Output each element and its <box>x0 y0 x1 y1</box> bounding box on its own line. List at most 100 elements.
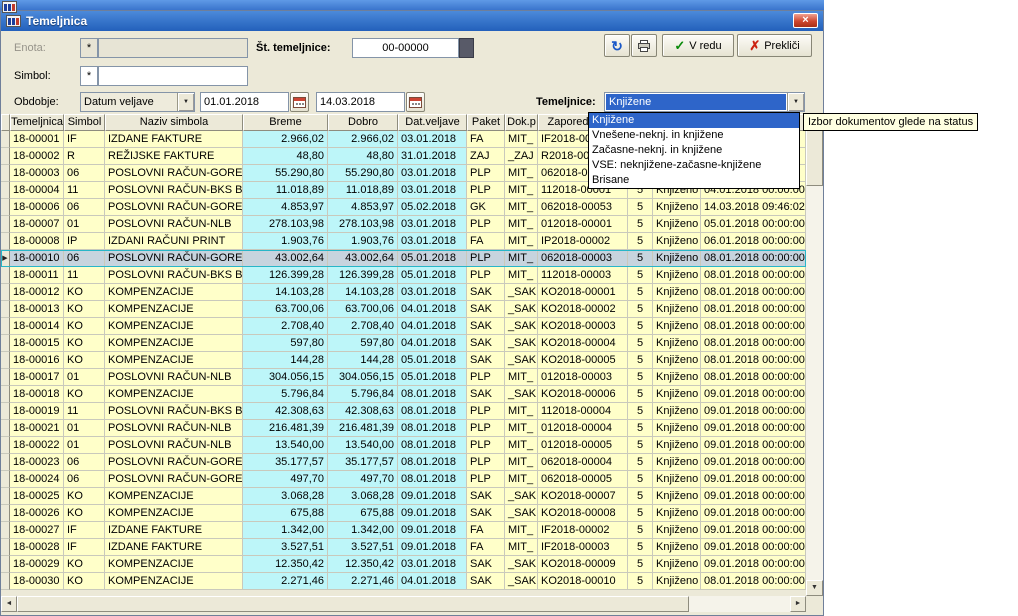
cancel-button[interactable]: ✗ Prekliči <box>737 34 812 57</box>
scroll-right-button[interactable]: ► <box>790 596 806 612</box>
table-row[interactable]: 18-00023 06 POSLOVNI RAČUN-GOREN. 35.177,57… <box>1 454 806 471</box>
table-row[interactable]: 18-00026 KO KOMPENZACIJE 675,88 675,88 09.01.… <box>1 505 806 522</box>
cell: 5 <box>628 335 653 352</box>
table-row[interactable]: 18-00012 KO KOMPENZACIJE 14.103,28 14.103,28… <box>1 284 806 301</box>
printer-icon <box>638 39 650 52</box>
cell: 03.01.2018 <box>398 556 467 573</box>
cell: 09.01.2018 00:00:00 <box>701 471 806 488</box>
date-from-input[interactable]: 01.01.2018 <box>200 92 289 112</box>
table-row[interactable]: 18-00030 KO KOMPENZACIJE 2.271,46 2.271,46 04… <box>1 573 806 590</box>
table-row[interactable]: 18-00016 KO KOMPENZACIJE 144,28 144,28 05.01.… <box>1 352 806 369</box>
cell: 06 <box>64 250 105 267</box>
table-row[interactable]: 18-00021 01 POSLOVNI RAČUN-NLB 216.481,39 21… <box>1 420 806 437</box>
row-indicator <box>1 267 10 284</box>
cell: MIT_ <box>505 182 538 199</box>
column-header[interactable]: Naziv simbola <box>105 114 243 131</box>
table-row[interactable]: 18-00014 KO KOMPENZACIJE 2.708,40 2.708,40 04… <box>1 318 806 335</box>
cell: KOMPENZACIJE <box>105 352 243 369</box>
table-row[interactable]: 18-00006 06 POSLOVNI RAČUN-GOREN. 4.853,97 4… <box>1 199 806 216</box>
table-row[interactable]: 18-00011 11 POSLOVNI RAČUN-BKS BAN 126.399,… <box>1 267 806 284</box>
cell: MIT_ <box>505 131 538 148</box>
dropdown-option[interactable]: Knjižene <box>589 113 799 128</box>
table-row[interactable]: 18-00024 06 POSLOVNI RAČUN-GOREN. 497,70 497… <box>1 471 806 488</box>
table-row[interactable]: ▶ 18-00010 06 POSLOVNI RAČUN-GOREN. 43.002,6… <box>1 250 806 267</box>
cell: 144,28 <box>328 352 398 369</box>
table-row[interactable]: 18-00022 01 POSLOVNI RAČUN-NLB 13.540,00 13.… <box>1 437 806 454</box>
cell: REŽIJSKE FAKTURE <box>105 148 243 165</box>
cell: PLP <box>467 182 505 199</box>
cell: 5 <box>628 556 653 573</box>
dropdown-option[interactable]: VSE: neknjižene-začasne-knjižene <box>589 158 799 173</box>
temeljnice-combo[interactable]: Knjižene ▼ <box>604 92 805 112</box>
cell: 05.01.2018 <box>398 267 467 284</box>
vertical-scroll-thumb[interactable] <box>806 130 823 186</box>
scroll-down-button[interactable]: ▼ <box>806 580 823 596</box>
cell: 5 <box>628 284 653 301</box>
cell: KO2018-00007 <box>538 488 628 505</box>
cell: 08.01.2018 00:00:00 <box>701 284 806 301</box>
horizontal-scrollbar[interactable]: ◄ ► <box>1 596 806 612</box>
column-header[interactable]: Dok.p <box>505 114 538 131</box>
cell: 14.103,28 <box>243 284 328 301</box>
calendar-icon <box>293 97 306 108</box>
cell: 5 <box>628 233 653 250</box>
dropdown-option[interactable]: Začasne-neknj. in knjižene <box>589 143 799 158</box>
enota-input[interactable] <box>98 38 248 58</box>
column-header[interactable]: Paket <box>467 114 505 131</box>
cell: 126.399,28 <box>243 267 328 284</box>
cell: 5 <box>628 403 653 420</box>
cell: 09.01.2018 00:00:00 <box>701 386 806 403</box>
table-row[interactable]: 18-00019 11 POSLOVNI RAČUN-BKS BAN 42.308,6… <box>1 403 806 420</box>
vertical-scrollbar[interactable]: ▲ ▼ <box>806 114 823 596</box>
horizontal-scroll-thumb[interactable] <box>17 596 689 612</box>
dropdown-option[interactable]: Brisane <box>589 173 799 188</box>
column-header[interactable]: Simbol <box>64 114 105 131</box>
chevron-down-icon[interactable]: ▼ <box>787 93 804 111</box>
st-temeljnice-lookup-button[interactable] <box>459 38 474 58</box>
simbol-star-field[interactable]: * <box>80 66 98 86</box>
column-header[interactable]: Dat.veljave <box>398 114 467 131</box>
dropdown-option[interactable]: Vnešene-neknj. in knjižene <box>589 128 799 143</box>
cell: 05.01.2018 <box>398 352 467 369</box>
refresh-icon: ↻ <box>611 37 623 54</box>
cell: Knjiženo <box>653 284 701 301</box>
date-from-calendar-button[interactable] <box>290 92 309 112</box>
cell: 09.01.2018 00:00:00 <box>701 420 806 437</box>
obdobje-type-combo[interactable]: Datum veljave ▼ <box>80 92 195 112</box>
table-row[interactable]: 18-00025 KO KOMPENZACIJE 3.068,28 3.068,28 09… <box>1 488 806 505</box>
table-row[interactable]: 18-00008 IP IZDANI RAČUNI PRINT 1.903,76 1.9… <box>1 233 806 250</box>
refresh-button[interactable]: ↻ <box>604 34 630 57</box>
cell: 08.01.2018 00:00:00 <box>701 318 806 335</box>
table-row[interactable]: 18-00028 IF IZDANE FAKTURE 3.527,51 3.527,51… <box>1 539 806 556</box>
column-header[interactable]: Dobro <box>328 114 398 131</box>
date-to-calendar-button[interactable] <box>406 92 425 112</box>
dialog-titlebar[interactable]: Temeljnica × <box>1 11 823 31</box>
print-button[interactable] <box>631 34 657 57</box>
cell: 2.966,02 <box>243 131 328 148</box>
cell: POSLOVNI RAČUN-GOREN. <box>105 454 243 471</box>
column-header[interactable]: Breme <box>243 114 328 131</box>
enota-star-field[interactable]: * <box>80 38 98 58</box>
cell: 11 <box>64 182 105 199</box>
simbol-input[interactable] <box>98 66 248 86</box>
table-row[interactable]: 18-00018 KO KOMPENZACIJE 5.796,84 5.796,84 08… <box>1 386 806 403</box>
close-button[interactable]: × <box>793 13 818 28</box>
table-row[interactable]: 18-00007 01 POSLOVNI RAČUN-NLB 278.103,98 27… <box>1 216 806 233</box>
table-row[interactable]: 18-00013 KO KOMPENZACIJE 63.700,06 63.700,06… <box>1 301 806 318</box>
table-row[interactable]: 18-00017 01 POSLOVNI RAČUN-NLB 304.056,15 30… <box>1 369 806 386</box>
date-to-input[interactable]: 14.03.2018 <box>316 92 405 112</box>
cell: Knjiženo <box>653 488 701 505</box>
column-header[interactable]: Temeljnica <box>10 114 64 131</box>
cell: 11.018,89 <box>243 182 328 199</box>
chevron-down-icon[interactable]: ▼ <box>177 93 194 111</box>
scroll-left-button[interactable]: ◄ <box>1 596 17 612</box>
cell: 18-00007 <box>10 216 64 233</box>
ok-button[interactable]: ✓ V redu <box>662 34 734 57</box>
cell: 18-00019 <box>10 403 64 420</box>
temeljnice-dropdown-list: Knjižene Vnešene-neknj. in knjižene Začasn… <box>588 112 800 189</box>
table-row[interactable]: 18-00027 IF IZDANE FAKTURE 1.342,00 1.342,00… <box>1 522 806 539</box>
st-temeljnice-input[interactable]: 00-00000 <box>352 38 459 58</box>
table-row[interactable]: 18-00015 KO KOMPENZACIJE 597,80 597,80 04.01.… <box>1 335 806 352</box>
table-row[interactable]: 18-00029 KO KOMPENZACIJE 12.350,42 12.350,42… <box>1 556 806 573</box>
cell: _SAK <box>505 318 538 335</box>
